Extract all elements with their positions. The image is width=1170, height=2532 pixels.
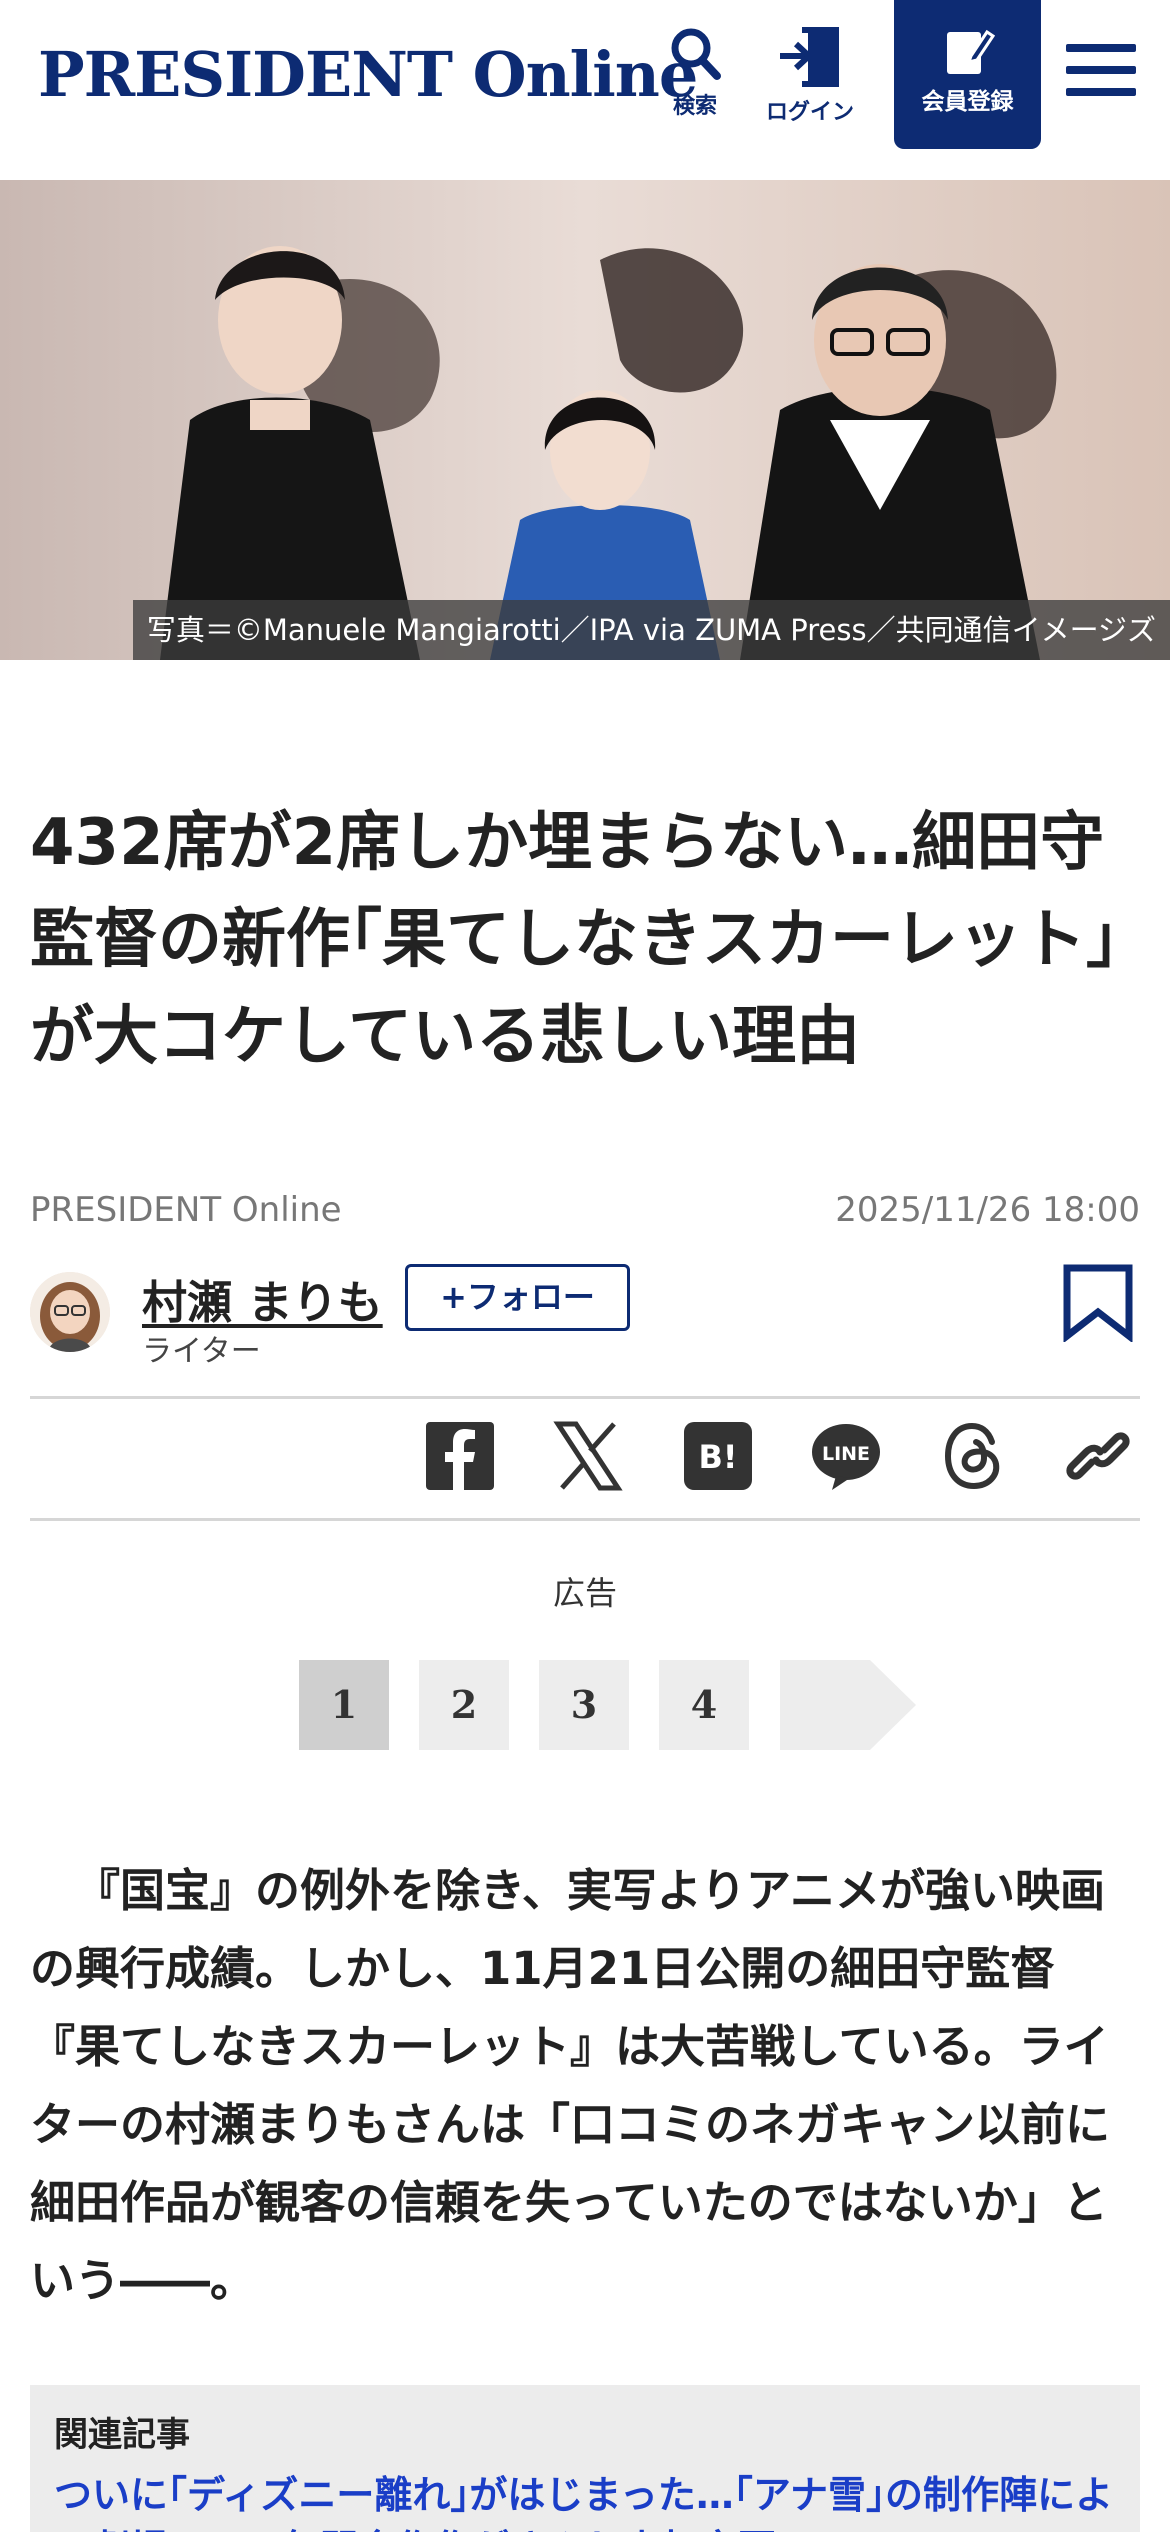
- related-heading: 関連記事: [54, 2415, 190, 2455]
- author-avatar-image: [30, 1272, 110, 1352]
- share-bar: B! LINE: [0, 1420, 1170, 1500]
- hatena-bookmark-icon: B!: [684, 1422, 752, 1490]
- line-icon: LINE: [812, 1424, 880, 1490]
- x-share-button[interactable]: [552, 1420, 624, 1492]
- link-icon: [1066, 1432, 1130, 1480]
- facebook-share-button[interactable]: [424, 1420, 496, 1492]
- next-page-button[interactable]: [780, 1660, 916, 1754]
- site-logo[interactable]: PRESIDENT Online: [38, 38, 698, 111]
- line-share-button[interactable]: LINE: [810, 1420, 882, 1492]
- hamburger-line: [1066, 66, 1136, 74]
- follow-button[interactable]: +フォロー: [405, 1264, 630, 1331]
- hero-photo: 写真＝©Manuele Mangiarotti／IPA via ZUMA Pre…: [0, 180, 1170, 660]
- x-icon: [553, 1421, 623, 1491]
- pencil-paper-icon: [946, 29, 995, 74]
- author-role: ライター: [142, 1334, 261, 1369]
- related-articles: 関連記事 ついに｢ディズニー離れ｣がはじまった…｢アナ雪｣の制作陣による劇場ーー…: [30, 2385, 1140, 2532]
- hero-illustration: [0, 180, 1170, 660]
- login-icon: [780, 27, 839, 87]
- bookmark-button[interactable]: [1062, 1264, 1134, 1346]
- bookmark-icon: [1063, 1264, 1133, 1344]
- login-label: ログイン: [765, 100, 854, 125]
- login-button[interactable]: ログイン: [760, 20, 860, 130]
- article-date: 2025/11/26 18:00: [835, 1190, 1140, 1230]
- ad-label: 広告: [552, 1574, 617, 1612]
- related-article-link[interactable]: ついに｢ディズニー離れ｣がはじまった…｢アナ雪｣の制作陣による劇場ーー五年間全作…: [54, 2468, 1116, 2532]
- hatena-label: B!: [699, 1438, 738, 1476]
- hatena-share-button[interactable]: B!: [682, 1420, 754, 1492]
- author-avatar[interactable]: [30, 1272, 110, 1352]
- page-1-button[interactable]: 1: [299, 1660, 389, 1750]
- threads-icon: [944, 1422, 1000, 1490]
- register-label: 会員登録: [921, 89, 1014, 115]
- author-name-link[interactable]: 村瀬 まりも: [142, 1266, 383, 1331]
- divider: [30, 1396, 1140, 1399]
- hamburger-line: [1066, 88, 1136, 96]
- search-icon: [671, 28, 721, 80]
- article-title: 432席が2席しか埋まらない…細田守監督の新作｢果てしなきスカーレット｣が大コケ…: [30, 806, 1118, 1074]
- line-label: LINE: [822, 1443, 870, 1465]
- page-3-button[interactable]: 3: [539, 1660, 629, 1750]
- photo-caption: 写真＝©Manuele Mangiarotti／IPA via ZUMA Pre…: [132, 600, 1170, 660]
- threads-share-button[interactable]: [938, 1420, 1010, 1492]
- copy-link-button[interactable]: [1062, 1420, 1134, 1492]
- hamburger-line: [1066, 44, 1136, 52]
- search-button[interactable]: 検索: [645, 20, 745, 130]
- article-lead: 『国宝』の例外を除き、実写よりアニメが強い映画の興行成績。しかし、11月21日公…: [30, 1864, 1111, 2307]
- arrow-right-icon: [780, 1660, 916, 1750]
- site-header: PRESIDENT Online 検索 ログイン 会員登録: [0, 0, 1170, 180]
- menu-button[interactable]: [1066, 44, 1136, 104]
- page-4-button[interactable]: 4: [659, 1660, 749, 1750]
- divider: [30, 1518, 1140, 1521]
- search-label: 検索: [672, 94, 717, 119]
- article-source: PRESIDENT Online: [30, 1190, 342, 1230]
- page-2-button[interactable]: 2: [419, 1660, 509, 1750]
- register-button[interactable]: 会員登録: [894, 0, 1041, 149]
- facebook-icon: [426, 1422, 494, 1490]
